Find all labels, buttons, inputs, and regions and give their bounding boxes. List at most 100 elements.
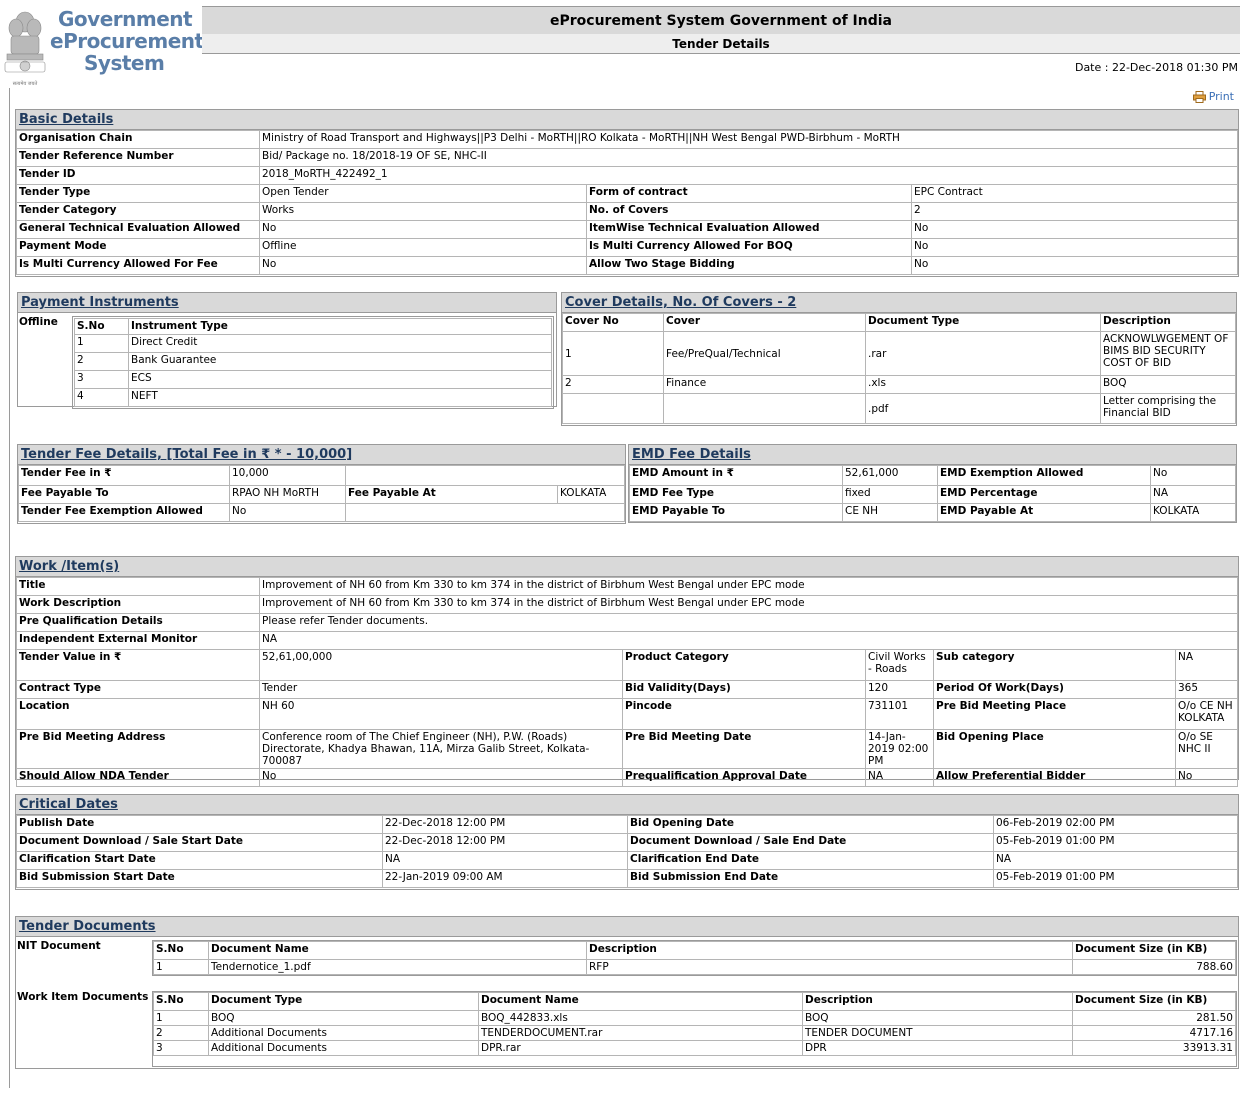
- basic-label: General Technical Evaluation Allowed: [16, 220, 260, 239]
- fee-payable-to-value: RPAO NH MoRTH: [229, 485, 346, 504]
- basic-label: Form of contract: [586, 184, 912, 203]
- date-value: 22-Dec-2018 12:00 PM: [382, 833, 628, 852]
- prequalification-value: Please refer Tender documents.: [259, 613, 1238, 632]
- doc-sno: 1: [153, 959, 209, 975]
- doc-description: DPR: [802, 1040, 1073, 1056]
- date-value: 22-Jan-2019 09:00 AM: [382, 869, 628, 888]
- instrument-sno: 2: [74, 352, 129, 371]
- empty-cell: [345, 465, 625, 486]
- emd-percentage-label: EMD Percentage: [937, 485, 1151, 504]
- tender-id-value: 2018_MoRTH_422492_1: [259, 166, 1238, 185]
- work-value: Civil Works - Roads: [865, 649, 934, 681]
- cover-name: Fee/PreQual/Technical: [663, 331, 866, 376]
- work-value: 120: [865, 680, 934, 699]
- work-label: Bid Opening Place: [933, 729, 1176, 769]
- emd-payable-at-value: KOLKATA: [1150, 503, 1236, 522]
- work-docs-table: S.No Document Type Document Name Descrip…: [153, 992, 1236, 1056]
- doc-type: BOQ: [208, 1010, 479, 1026]
- doc-type: Additional Documents: [208, 1040, 479, 1056]
- instrument-sno: 1: [74, 334, 129, 353]
- tender-fee-table: Tender Fee in ₹ 10,000 Fee Payable To RP…: [18, 465, 625, 522]
- work-row: Tender Value in ₹ 52,61,00,000 Product C…: [16, 649, 1238, 681]
- date-label: Bid Submission End Date: [627, 869, 994, 888]
- print-label: Print: [1208, 90, 1234, 103]
- tender-id-label: Tender ID: [16, 166, 260, 185]
- doc-name-link[interactable]: BOQ_442833.xls: [478, 1010, 803, 1026]
- date-label: Document Download / Sale End Date: [627, 833, 994, 852]
- site-logo[interactable]: Government eProcurement System: [50, 7, 204, 74]
- basic-value: No: [911, 220, 1238, 239]
- work-value: No: [259, 768, 623, 787]
- cover-no: 2: [562, 375, 664, 394]
- work-row: Pre Bid Meeting Address Conference room …: [16, 729, 1238, 769]
- doc-name-link[interactable]: Tendernotice_1.pdf: [208, 959, 587, 975]
- instrument-row: 4 NEFT: [74, 388, 552, 407]
- cover-table: Cover No Cover Document Type Description…: [562, 313, 1236, 424]
- cover-no: [562, 393, 664, 424]
- date-row: Publish Date 22-Dec-2018 12:00 PM Bid Op…: [16, 815, 1238, 834]
- emd-payable-to-value: CE NH: [842, 503, 938, 522]
- doc-size: 788.60: [1072, 959, 1236, 975]
- work-title-value: Improvement of NH 60 from Km 330 to km 3…: [259, 577, 1238, 596]
- basic-value: Works: [259, 202, 587, 221]
- col-cover-no: Cover No: [562, 313, 664, 332]
- instrument-sno: 4: [74, 388, 129, 407]
- col-document-type: Document Type: [208, 992, 479, 1011]
- prequalification-label: Pre Qualification Details: [16, 613, 260, 632]
- basic-label: Allow Two Stage Bidding: [586, 256, 912, 275]
- work-value: NH 60: [259, 698, 623, 730]
- left-border-line: [9, 88, 10, 1088]
- print-link[interactable]: Print: [1192, 90, 1234, 103]
- work-doc-row: 2 Additional Documents TENDERDOCUMENT.ra…: [153, 1025, 1236, 1041]
- col-sno: S.No: [74, 318, 129, 335]
- national-emblem-icon: सत्यमेव जयते: [4, 11, 46, 87]
- doc-description: TENDER DOCUMENT: [802, 1025, 1073, 1041]
- emd-exemption-value: No: [1150, 465, 1236, 486]
- nit-table-wrap: S.No Document Name Description Document …: [152, 940, 1237, 976]
- payment-instruments-section: Payment Instruments Offline S.No Instrum…: [17, 292, 557, 409]
- instrument-type: ECS: [128, 370, 552, 389]
- cover-doc-type: .pdf: [865, 393, 1101, 424]
- payment-mode: Offline: [19, 316, 58, 328]
- work-label: Period Of Work(Days): [933, 680, 1176, 699]
- doc-name-link[interactable]: DPR.rar: [478, 1040, 803, 1056]
- basic-label: ItemWise Technical Evaluation Allowed: [586, 220, 912, 239]
- work-title-label: Title: [16, 577, 260, 596]
- work-items-table: Title Improvement of NH 60 from Km 330 t…: [16, 577, 1238, 787]
- doc-size: 33913.31: [1072, 1040, 1236, 1056]
- iem-label: Independent External Monitor: [16, 631, 260, 650]
- instrument-type: Bank Guarantee: [128, 352, 552, 371]
- page-header: सत्यमेव जयते Government eProcurement Sys…: [0, 0, 1242, 103]
- tender-fee-label: Tender Fee in ₹: [18, 465, 230, 486]
- work-label: Location: [16, 698, 260, 730]
- nit-row: 1 Tendernotice_1.pdf RFP 788.60: [153, 959, 1236, 975]
- empty-cell: [345, 503, 625, 522]
- date-row: Bid Submission Start Date 22-Jan-2019 09…: [16, 869, 1238, 888]
- work-value: Conference room of The Chief Engineer (N…: [259, 729, 623, 769]
- date-value: 22-Dec-2018 12:00 PM: [382, 815, 628, 834]
- work-value: NA: [1175, 649, 1238, 681]
- logo-line-government: Government: [58, 7, 193, 31]
- work-value: O/o SE NHC II: [1175, 729, 1238, 769]
- date-value: NA: [382, 851, 628, 870]
- tender-fee-value: 10,000: [229, 465, 346, 486]
- date-value: 06-Feb-2019 02:00 PM: [993, 815, 1238, 834]
- work-value: 365: [1175, 680, 1238, 699]
- work-label: Pre Bid Meeting Place: [933, 698, 1176, 730]
- emd-fee-table: EMD Amount in ₹ 52,61,000 EMD Exemption …: [629, 465, 1236, 522]
- emd-payable-at-label: EMD Payable At: [937, 503, 1151, 522]
- emd-amount-value: 52,61,000: [842, 465, 938, 486]
- work-description-label: Work Description: [16, 595, 260, 614]
- cover-row: .pdf Letter comprising the Financial BID: [562, 393, 1236, 424]
- date-label: Document Download / Sale Start Date: [16, 833, 383, 852]
- system-title: eProcurement System Government of India: [202, 6, 1240, 34]
- cover-doc-type: .rar: [865, 331, 1101, 376]
- date-label: Bid Submission Start Date: [16, 869, 383, 888]
- logo-line-eprocurement: eProcurement: [50, 29, 204, 53]
- basic-value: Offline: [259, 238, 587, 257]
- instrument-table-wrap: S.No Instrument Type 1 Direct Credit 2 B…: [72, 316, 554, 409]
- doc-name-link[interactable]: TENDERDOCUMENT.rar: [478, 1025, 803, 1041]
- fee-exemption-value: No: [229, 503, 346, 522]
- instrument-sno: 3: [74, 370, 129, 389]
- instrument-row: 3 ECS: [74, 370, 552, 389]
